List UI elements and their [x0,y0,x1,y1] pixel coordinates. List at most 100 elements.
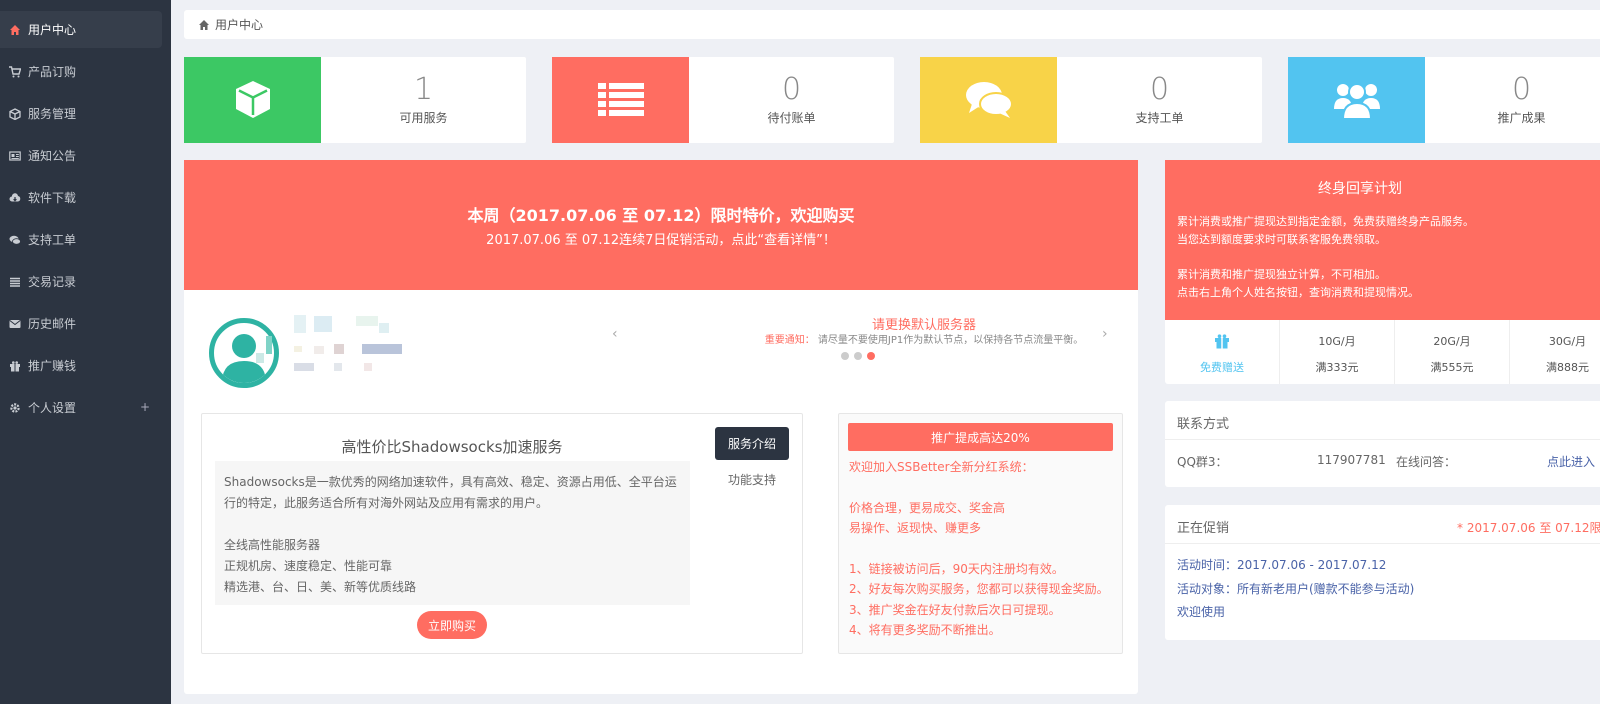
banner-title: 本周（2017.07.06 至 07.12）限时特价，欢迎购买 [467,206,855,225]
notice-text: 请尽量不要使用JP1作为默认节点，以保持各节点流量平衡。 [817,335,1084,346]
carousel-dot[interactable] [841,352,849,360]
stat-value: 0 [1149,72,1170,107]
tier-free[interactable]: 免费赠送 [1165,320,1280,384]
sidebar-item-emails[interactable]: 历史邮件 [0,305,162,342]
tier-threshold: 满333元 [1315,361,1359,374]
gear-icon [9,402,21,414]
comments-icon [965,82,1013,118]
envelope-icon [9,318,21,330]
service-description: Shadowsocks是一款优秀的网络加速软件，具有高效、稳定、资源占用低、全平… [215,461,690,605]
service-title: 高性价比Shadowsocks加速服务 [341,438,563,456]
lifetime-title: 终身回享计划 [1318,181,1402,197]
divider [1165,543,1600,544]
sidebar-item-products[interactable]: 产品订购 [0,53,162,90]
lifetime-para: 当您达到额度要求时可联系客服免费领取。 [1177,233,1386,246]
desc-line: 精选港、台、日、美、新等优质线路 [224,580,417,594]
sale-line: 活动对象：所有新老用户(赠款不能参与活动) [1177,582,1415,596]
gift-icon [1165,333,1279,352]
gift-icon [9,360,21,372]
sidebar-item-label: 服务管理 [28,107,77,121]
tier-20g[interactable]: 20G/月 满555元 [1395,320,1510,384]
home-icon [9,24,21,36]
notice-body: 重要通知： 请尽量不要使用JP1作为默认节点，以保持各节点流量平衡。 [694,331,1154,346]
breadcrumb-current[interactable]: 用户中心 [215,16,263,33]
sidebar-item-label: 通知公告 [28,149,77,163]
tier-threshold: 满555元 [1430,361,1474,374]
carousel-dot[interactable] [854,352,862,360]
promo-banner[interactable]: 本周（2017.07.06 至 07.12）限时特价，欢迎购买 2017.07.… [184,160,1138,290]
on-sale-title: 正在促销 [1177,521,1230,536]
stat-value: 1 [413,72,434,107]
service-box: 高性价比Shadowsocks加速服务 Shadowsocks是一款优秀的网络加… [201,413,803,654]
lifetime-para: 点击右上角个人姓名按钮，查询消费和提现情况。 [1177,286,1419,299]
promo-line: 易操作、返现快、赚更多 [849,521,982,535]
promo-line: 2、好友每次购买服务，您都可以获得现金奖励。 [849,582,1109,596]
carousel-next-icon[interactable]: › [1102,326,1108,342]
sidebar-item-label: 个人设置 [28,401,77,415]
newspaper-icon [9,150,21,162]
sidebar-item-label: 软件下载 [28,191,77,205]
desc-line: 全线高性能服务器 [224,538,321,552]
contact-title: 联系方式 [1177,417,1230,432]
breadcrumb: 用户中心 [184,10,1600,39]
sidebar-item-label: 支持工单 [28,233,77,247]
banner-subtitle[interactable]: 2017.07.06 至 07.12连续7日促销活动，点此“查看详情”！ [184,229,1138,248]
tier-10g[interactable]: 10G/月 满333元 [1280,320,1395,384]
qq-value: 117907781 [1317,453,1386,467]
tier-quota: 10G/月 [1318,335,1356,348]
desc-line: 正规机房、速度稳定、性能可靠 [224,559,393,573]
service-intro-button[interactable]: 服务介绍 [715,427,789,460]
sidebar-item-services[interactable]: 服务管理 [0,95,162,132]
carousel-prev-icon[interactable]: ‹ [612,326,618,342]
list-icon [597,83,644,116]
promo-line: 4、将有更多奖励不断推出。 [849,623,1001,637]
buy-now-button[interactable]: 立即购买 [417,611,487,639]
stat-icon-box [920,57,1057,143]
affiliate-promo-box: 推广提成高达20% 欢迎加入SSBetter全新分红系统： 价格合理，更易成交、… [838,413,1123,654]
desc-spacer [224,514,681,535]
sidebar-item-affiliate[interactable]: 推广赚钱 [0,347,162,384]
feature-support-link[interactable]: 功能支持 [715,471,789,488]
sidebar-item-label: 历史邮件 [28,317,77,331]
stat-card-bills[interactable]: 0 待付账单 [552,57,894,143]
promo-line: 欢迎加入SSBetter全新分红系统： [849,460,1034,474]
sidebar-item-transactions[interactable]: 交易记录 [0,263,162,300]
stat-label: 待付账单 [767,111,816,125]
cube-icon [9,107,21,120]
main-panel: 本周（2017.07.06 至 07.12）限时特价，欢迎购买 2017.07.… [184,160,1138,694]
promo-line: 1、链接被访问后，90天内注册均有效。 [849,562,1064,576]
stat-icon-box [552,57,689,143]
promo-line: 3、推广奖金在好友付款后次日可提现。 [849,603,1061,617]
sale-line: 活动时间：2017.07.06 - 2017.07.12 [1177,558,1387,572]
promo-header[interactable]: 推广提成高达20% [848,423,1113,451]
sidebar-item-downloads[interactable]: 软件下载 [0,179,162,216]
online-qa-link[interactable]: 点此进入 [1547,453,1595,470]
sidebar-item-settings[interactable]: 个人设置 + [0,389,162,426]
cloud-download-icon [9,192,21,204]
sidebar-item-label: 交易记录 [28,275,77,289]
lifetime-plan-header: 终身回享计划 累计消费或推广提现达到指定金额，免费获赠终身产品服务。 当您达到额… [1165,160,1600,320]
stat-card-tickets[interactable]: 0 支持工单 [920,57,1262,143]
online-qa-label: 在线问答： [1396,455,1457,469]
stat-card-services[interactable]: 1 可用服务 [184,57,526,143]
tier-30g[interactable]: 30G/月 满888元 [1510,320,1600,384]
sidebar: 用户中心 产品订购 服务管理 通知公告 软件下载 支持工单 交易记录 历史邮件 … [0,0,171,704]
stat-card-affiliate[interactable]: 0 推广成果 [1288,57,1600,143]
sidebar-item-announcements[interactable]: 通知公告 [0,137,162,174]
desc-line: 行的特定，此服务适合所有对海外网站及应用有需求的用户。 [224,496,549,510]
sidebar-item-label: 用户中心 [28,23,77,37]
cube-icon [235,81,270,118]
user-avatar-icon [222,334,266,383]
stat-value: 0 [781,72,802,107]
home-icon [199,19,209,30]
tier-label: 免费赠送 [1200,361,1244,374]
sidebar-item-user-center[interactable]: 用户中心 [0,11,162,48]
sidebar-item-tickets[interactable]: 支持工单 [0,221,162,258]
qq-label: QQ群3： [1177,455,1228,469]
list-icon [9,276,21,288]
lifetime-para: 累计消费和推广提现独立计算，不可相加。 [1177,268,1386,281]
lifetime-para: 累计消费或推广提现达到指定金额，免费获赠终身产品服务。 [1177,215,1474,228]
carousel-dot-active[interactable] [867,352,875,360]
on-sale-note: * 2017.07.06 至 07.12限时促 [1457,521,1600,535]
users-icon [1333,83,1380,120]
